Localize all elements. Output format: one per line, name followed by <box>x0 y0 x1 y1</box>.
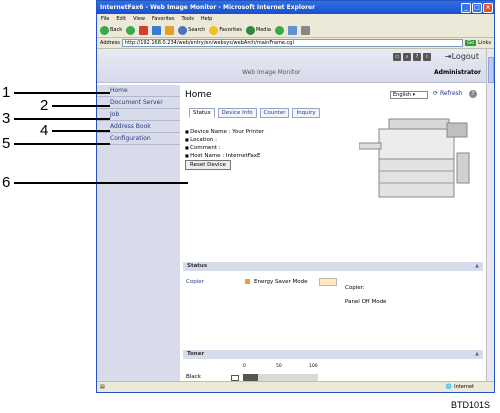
info-row: Location : <box>185 136 264 144</box>
address-bar: Address Go Links <box>97 38 494 49</box>
scroll-thumb[interactable] <box>488 57 494 83</box>
minimize-icon[interactable]: _ <box>461 2 471 13</box>
browser-status-bar: ▤ 🌐 Internet <box>97 381 494 392</box>
help-icon[interactable]: ? <box>469 90 477 98</box>
browser-window: InternetFax6 - Web Image Monitor - Micro… <box>96 0 495 393</box>
wim-header: ▭ ⌕ ? i ⇥Logout Web Image Monitor Admini… <box>97 49 487 83</box>
copier-mode: Panel Off Mode <box>345 299 387 305</box>
callout-line <box>14 143 110 145</box>
keyboard-icon[interactable]: ▭ <box>393 53 401 61</box>
callout-line <box>14 182 188 184</box>
user-label: Administrator <box>434 69 481 76</box>
maximize-icon[interactable]: □ <box>472 2 482 13</box>
callout-5: 5 <box>2 135 11 152</box>
info-row: Device Name : Your Printer <box>185 128 264 136</box>
reset-device-button[interactable]: Reset Device <box>185 160 231 170</box>
print-icon[interactable] <box>300 25 310 35</box>
toner-level-bar <box>243 374 318 381</box>
go-button[interactable]: Go <box>465 40 477 46</box>
menu-favorites[interactable]: Favorites <box>152 16 175 22</box>
tab-counter[interactable]: Counter <box>259 108 290 118</box>
language-select[interactable]: English ▾ <box>390 91 428 99</box>
callout-3: 3 <box>2 110 11 127</box>
address-label: Address <box>100 40 120 46</box>
copier-link[interactable]: Copier <box>186 279 204 285</box>
back-button[interactable]: Back <box>100 25 122 35</box>
menu-help[interactable]: Help <box>201 16 212 22</box>
callout-2: 2 <box>40 97 49 114</box>
home-heading: Home <box>185 90 212 100</box>
vertical-scrollbar[interactable] <box>486 49 494 383</box>
figure-code: BTD101S <box>451 400 491 410</box>
tab-inquiry[interactable]: Inquiry <box>292 108 320 118</box>
search-icon <box>178 25 188 35</box>
mail-icon[interactable] <box>287 25 297 35</box>
sidebar-item-home[interactable]: Home <box>97 85 180 97</box>
menu-view[interactable]: View <box>133 16 145 22</box>
favorites-button[interactable]: Favorites <box>209 25 242 35</box>
collapse-icon[interactable]: ▲ <box>475 262 479 271</box>
window-title: InternetFax6 - Web Image Monitor - Micro… <box>100 4 316 11</box>
forward-arrow-icon[interactable] <box>126 25 136 35</box>
callout-1: 1 <box>2 84 11 101</box>
search-button[interactable]: Search <box>178 25 205 35</box>
menu-file[interactable]: File <box>101 16 109 22</box>
stop-icon[interactable] <box>139 25 149 35</box>
sidebar-item-document-server[interactable]: Document Server <box>97 97 180 109</box>
tab-device-info[interactable]: Device Info <box>217 108 257 118</box>
media-icon <box>245 25 255 35</box>
menu-edit[interactable]: Edit <box>116 16 126 22</box>
links-label[interactable]: Links <box>478 40 491 46</box>
page-icon: ▤ <box>100 384 105 390</box>
home-icon[interactable] <box>165 25 175 35</box>
toner-section-header: Toner ▲ <box>183 350 483 359</box>
page-viewport: ▭ ⌕ ? i ⇥Logout Web Image Monitor Admini… <box>97 49 487 383</box>
expand-arrow-icon[interactable] <box>319 278 337 286</box>
toner-level-fill <box>243 374 258 381</box>
callout-6: 6 <box>2 174 11 191</box>
main-content: Home English ▾ ⟳ Refresh ? Status Device… <box>183 85 483 383</box>
callout-line <box>14 118 110 120</box>
history-icon[interactable] <box>274 25 284 35</box>
scale-label: 100 <box>309 364 318 369</box>
search-icon[interactable]: ⌕ <box>403 53 411 61</box>
logout-link[interactable]: ⇥Logout <box>445 52 479 61</box>
close-icon[interactable]: × <box>483 2 493 13</box>
media-button[interactable]: Media <box>245 25 271 35</box>
title-bar: InternetFax6 - Web Image Monitor - Micro… <box>97 1 494 14</box>
device-info: Device Name : Your Printer Location : Co… <box>185 128 264 160</box>
toner-label: Black <box>186 374 201 380</box>
page-title: Web Image Monitor <box>242 69 301 76</box>
back-arrow-icon <box>100 25 109 35</box>
callout-line <box>52 130 110 132</box>
menu-bar: File Edit View Favorites Tools Help <box>97 14 494 23</box>
callout-line <box>52 105 110 107</box>
tab-bar: Status Device Info Counter Inquiry <box>189 108 320 118</box>
callout-4: 4 <box>40 122 49 139</box>
help-icon[interactable]: ? <box>413 53 421 61</box>
scale-label: 0 <box>243 364 246 369</box>
info-row: Host Name : InternetFaxE <box>185 152 264 160</box>
info-icon[interactable]: i <box>423 53 431 61</box>
menu-tools[interactable]: Tools <box>182 16 194 22</box>
browser-toolbar: Back Search Favorites Media <box>97 23 494 38</box>
printer-illustration <box>359 118 470 198</box>
address-input[interactable] <box>121 39 464 47</box>
refresh-button[interactable]: ⟳ Refresh <box>433 90 463 97</box>
star-icon <box>209 25 219 35</box>
scale-label: 50 <box>276 364 282 369</box>
header-icons: ▭ ⌕ ? i <box>393 53 431 61</box>
info-row: Comment : <box>185 144 264 152</box>
status-section-header: Status ▲ <box>183 262 483 271</box>
collapse-icon[interactable]: ▲ <box>475 350 479 359</box>
copier-label: Copier: <box>345 285 365 291</box>
callout-line <box>14 92 110 94</box>
refresh-icon[interactable] <box>152 25 162 35</box>
security-zone: 🌐 Internet <box>445 384 474 390</box>
tab-status[interactable]: Status <box>189 108 215 118</box>
energy-saver-status: Energy Saver Mode <box>245 279 308 285</box>
